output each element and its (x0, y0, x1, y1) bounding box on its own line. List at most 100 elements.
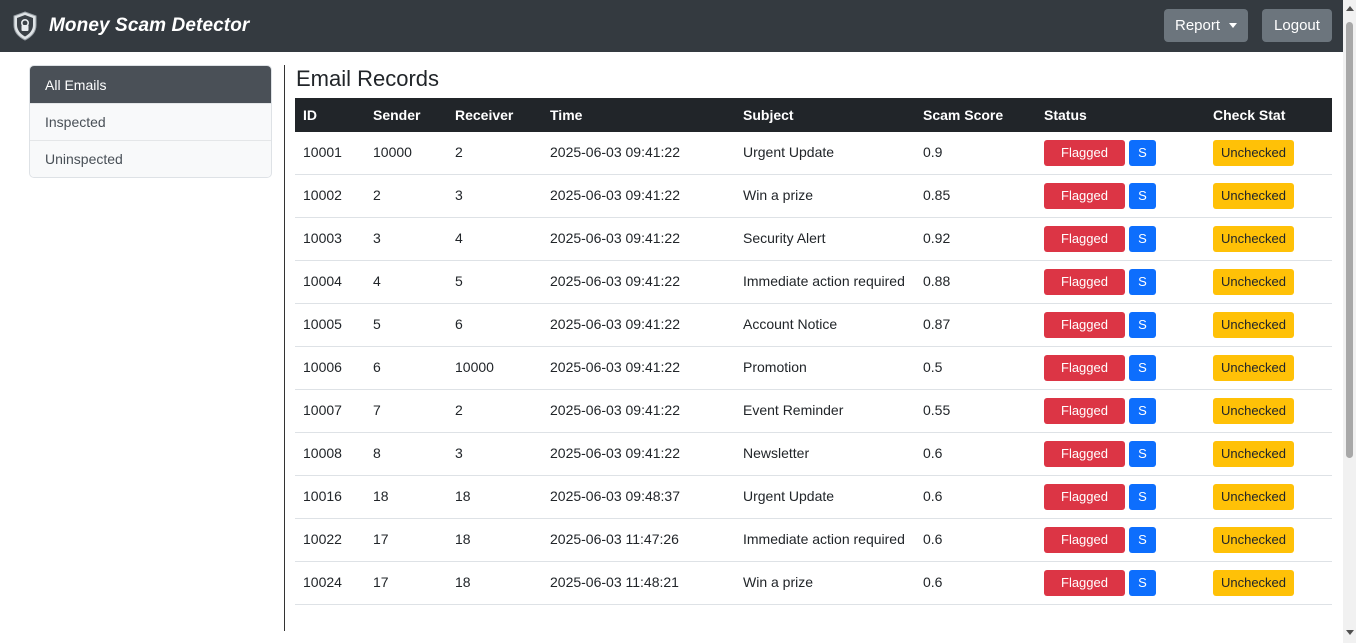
scam-score-cell: 0.6 (915, 475, 1036, 519)
sender-cell: 18 (365, 475, 447, 519)
report-label: Report (1174, 17, 1221, 34)
scroll-thumb[interactable] (1346, 22, 1353, 458)
page-scrollbar[interactable] (1343, 0, 1356, 643)
subject-cell: Immediate action required (735, 518, 915, 562)
s-button[interactable]: S (1129, 355, 1156, 381)
flagged-button[interactable]: Flagged (1044, 484, 1125, 510)
unchecked-badge[interactable]: Unchecked (1213, 441, 1294, 467)
unchecked-badge[interactable]: Unchecked (1213, 355, 1294, 381)
unchecked-badge[interactable]: Unchecked (1213, 269, 1294, 295)
s-button[interactable]: S (1129, 441, 1156, 467)
sidebar: All Emails Inspected Uninspected (29, 65, 272, 178)
unchecked-badge[interactable]: Unchecked (1213, 484, 1294, 510)
sidebar-item-uninspected[interactable]: Uninspected (30, 140, 271, 177)
time-cell: 2025-06-03 09:41:22 (542, 132, 735, 175)
table-row: 10016 18 18 2025-06-03 09:48:37 Urgent Updat… (295, 475, 1332, 519)
logout-button[interactable]: Logout (1262, 9, 1332, 42)
column-header-receiver: Receiver (455, 107, 514, 123)
s-button[interactable]: S (1129, 226, 1156, 252)
time-cell: 2025-06-03 09:41:22 (542, 389, 735, 433)
receiver-cell: 2 (447, 389, 542, 433)
subject-cell: Promotion (735, 346, 915, 390)
sender-cell: 17 (365, 518, 447, 562)
flagged-button[interactable]: Flagged (1044, 441, 1125, 467)
time-cell: 2025-06-03 11:48:21 (542, 561, 735, 605)
unchecked-badge[interactable]: Unchecked (1213, 226, 1294, 252)
flagged-button[interactable]: Flagged (1044, 312, 1125, 338)
unchecked-badge[interactable]: Unchecked (1213, 183, 1294, 209)
status-cell: Flagged S (1036, 346, 1205, 390)
check-stat-cell: Unchecked (1205, 217, 1332, 261)
time-cell: 2025-06-03 09:48:37 (542, 475, 735, 519)
s-button[interactable]: S (1129, 398, 1156, 424)
receiver-cell: 6 (447, 303, 542, 347)
unchecked-badge[interactable]: Unchecked (1213, 398, 1294, 424)
flagged-button[interactable]: Flagged (1044, 140, 1125, 166)
time-cell: 2025-06-03 09:41:22 (542, 303, 735, 347)
app-title: Money Scam Detector (49, 15, 250, 36)
brand[interactable]: Money Scam Detector (12, 11, 249, 41)
receiver-cell: 3 (447, 432, 542, 476)
receiver-cell: 4 (447, 217, 542, 261)
s-button[interactable]: S (1129, 140, 1156, 166)
status-cell: Flagged S (1036, 260, 1205, 304)
time-cell: 2025-06-03 09:41:22 (542, 432, 735, 476)
content-divider (284, 65, 285, 631)
subject-cell: Win a prize (735, 174, 915, 218)
table-row: 10005 5 6 2025-06-03 09:41:22 Account Notice… (295, 303, 1332, 347)
subject-cell: Newsletter (735, 432, 915, 476)
flagged-button[interactable]: Flagged (1044, 398, 1125, 424)
table-body: 10001 10000 2 2025-06-03 09:41:22 Urgent Upd… (295, 132, 1332, 605)
s-button[interactable]: S (1129, 312, 1156, 338)
status-cell: Flagged S (1036, 518, 1205, 562)
sender-cell: 10000 (365, 132, 447, 175)
time-cell: 2025-06-03 09:41:22 (542, 346, 735, 390)
flagged-button[interactable]: Flagged (1044, 183, 1125, 209)
status-cell: Flagged S (1036, 217, 1205, 261)
unchecked-badge[interactable]: Unchecked (1213, 140, 1294, 166)
scam-score-cell: 0.6 (915, 432, 1036, 476)
sender-cell: 17 (365, 561, 447, 605)
flagged-button[interactable]: Flagged (1044, 570, 1125, 596)
check-stat-cell: Unchecked (1205, 475, 1332, 519)
unchecked-badge[interactable]: Unchecked (1213, 527, 1294, 553)
receiver-cell: 18 (447, 561, 542, 605)
flagged-button[interactable]: Flagged (1044, 269, 1125, 295)
scroll-down-arrow-icon[interactable] (1346, 630, 1354, 635)
time-cell: 2025-06-03 11:47:26 (542, 518, 735, 562)
sender-cell: 4 (365, 260, 447, 304)
column-header-subject: Subject (743, 107, 794, 123)
status-cell: Flagged S (1036, 174, 1205, 218)
scroll-up-arrow-icon[interactable] (1346, 6, 1354, 11)
check-stat-cell: Unchecked (1205, 303, 1332, 347)
status-cell: Flagged S (1036, 561, 1205, 605)
table-row: 10022 17 18 2025-06-03 11:47:26 Immediate ac… (295, 518, 1332, 562)
flagged-button[interactable]: Flagged (1044, 527, 1125, 553)
status-cell: Flagged S (1036, 303, 1205, 347)
s-button[interactable]: S (1129, 484, 1156, 510)
scam-score-cell: 0.6 (915, 561, 1036, 605)
sender-cell: 7 (365, 389, 447, 433)
sidebar-item-inspected[interactable]: Inspected (30, 103, 271, 140)
s-button[interactable]: S (1129, 527, 1156, 553)
receiver-cell: 2 (447, 132, 542, 175)
receiver-cell: 10000 (447, 346, 542, 390)
subject-cell: Account Notice (735, 303, 915, 347)
shield-lock-icon (13, 11, 37, 41)
s-button[interactable]: S (1129, 269, 1156, 295)
table-row: 10024 17 18 2025-06-03 11:48:21 Win a prize 0… (295, 561, 1332, 605)
subject-cell: Win a prize (735, 561, 915, 605)
s-button[interactable]: S (1129, 183, 1156, 209)
unchecked-badge[interactable]: Unchecked (1213, 312, 1294, 338)
report-dropdown-button[interactable]: Report (1164, 9, 1248, 42)
flagged-button[interactable]: Flagged (1044, 226, 1125, 252)
table-row: 10004 4 5 2025-06-03 09:41:22 Immediate acti… (295, 260, 1332, 304)
sidebar-item-all-emails[interactable]: All Emails (30, 66, 271, 103)
status-cell: Flagged S (1036, 389, 1205, 433)
flagged-button[interactable]: Flagged (1044, 355, 1125, 381)
s-button[interactable]: S (1129, 570, 1156, 596)
scam-score-cell: 0.87 (915, 303, 1036, 347)
time-cell: 2025-06-03 09:41:22 (542, 217, 735, 261)
unchecked-badge[interactable]: Unchecked (1213, 570, 1294, 596)
scam-score-cell: 0.6 (915, 518, 1036, 562)
